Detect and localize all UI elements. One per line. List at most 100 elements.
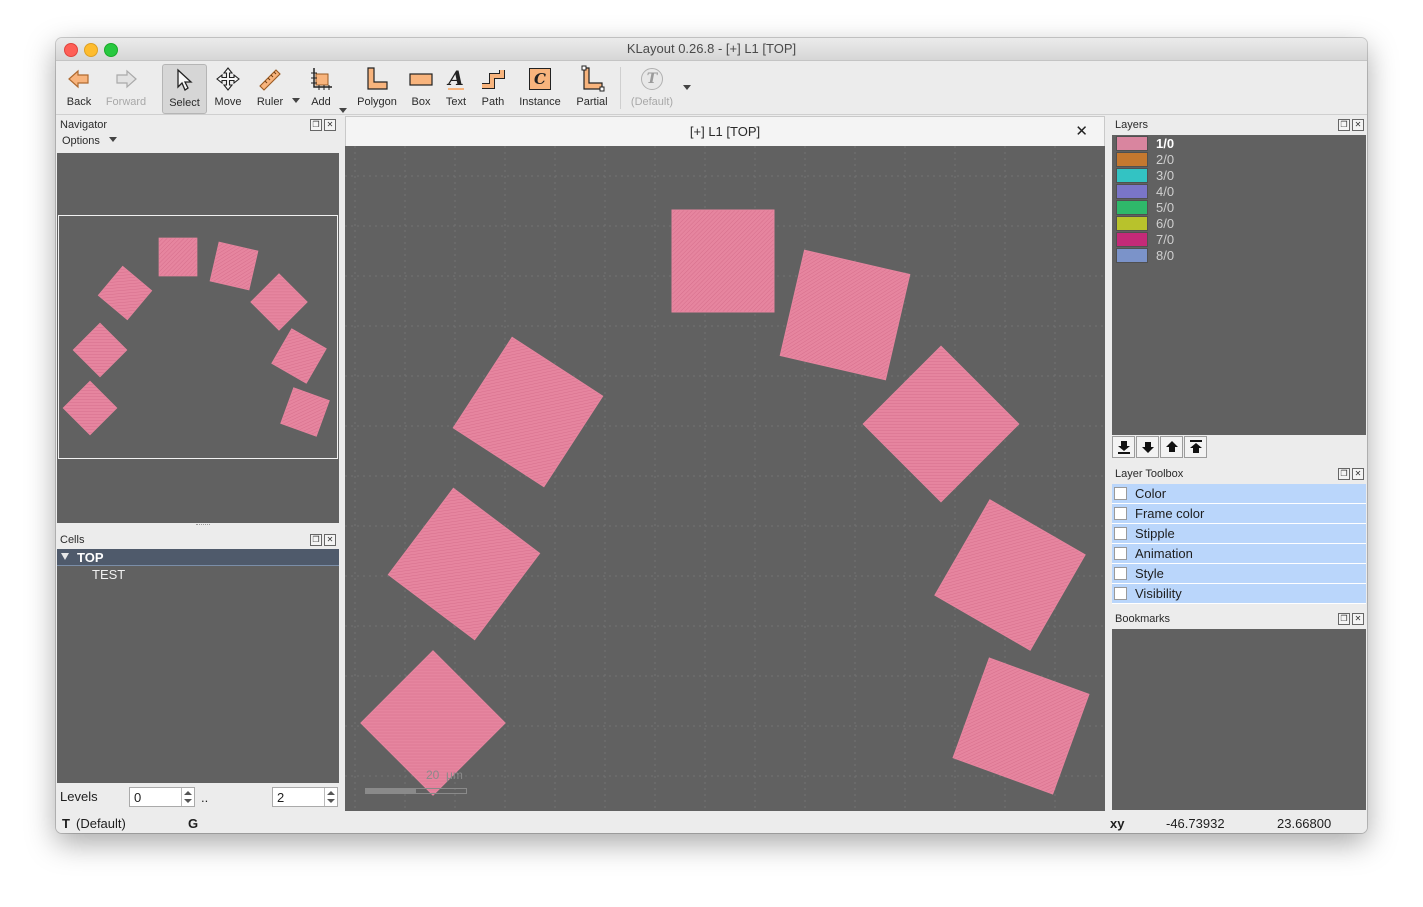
layer-color-swatch (1116, 151, 1148, 167)
levels-range-separator: .. (201, 790, 209, 805)
float-dock-icon[interactable]: ❐ (1338, 613, 1350, 625)
layer-item-4-0[interactable]: 4/0 (1116, 183, 1174, 199)
levels-to-value: 2 (277, 790, 285, 805)
navigator-options-menu[interactable]: Options (62, 135, 117, 151)
zoom-window-button[interactable] (104, 43, 118, 57)
cells-title: Cells (60, 534, 85, 546)
layer-item-3-0[interactable]: 3/0 (1116, 167, 1174, 183)
layer-list[interactable]: 1/0 2/0 3/0 4/0 5/0 6/0 7/0 8/0 (1112, 135, 1366, 435)
close-tab-icon[interactable]: ✕ (1075, 122, 1088, 140)
text-icon: A (448, 66, 464, 90)
window-title: KLayout 0.26.8 - [+] L1 [TOP] (626, 41, 797, 56)
layer-item-6-0[interactable]: 6/0 (1116, 215, 1174, 231)
back-button[interactable]: Back (62, 64, 96, 112)
layout-canvas[interactable]: 20 μm (345, 146, 1105, 811)
triangle-down-icon[interactable] (61, 553, 69, 560)
layer-item-label: 4/0 (1156, 183, 1175, 199)
layout-polygon[interactable] (671, 209, 775, 313)
navigator-view[interactable] (57, 153, 339, 523)
ruler-button[interactable]: Ruler (253, 64, 287, 112)
spin-up-icon[interactable] (327, 791, 335, 795)
layout-polygon[interactable] (452, 336, 604, 488)
text-style-dropdown-icon[interactable] (683, 85, 691, 90)
move-layer-up-button[interactable] (1160, 436, 1183, 458)
close-dock-icon[interactable]: ✕ (324, 119, 336, 131)
layer-item-8-0[interactable]: 8/0 (1116, 247, 1174, 263)
toolbox-item-label: Animation (1135, 546, 1193, 561)
float-dock-icon[interactable]: ❐ (310, 534, 322, 546)
partial-button[interactable]: Partial (572, 64, 612, 112)
layout-polygon[interactable] (934, 499, 1086, 651)
expand-checkbox[interactable] (1114, 547, 1127, 560)
toolbox-visibility[interactable]: Visibility (1112, 584, 1366, 604)
layer-color-swatch (1116, 247, 1148, 263)
default-text-style-button[interactable]: T (Default) (628, 64, 676, 112)
toolbox-animation[interactable]: Animation (1112, 544, 1366, 564)
layout-polygon[interactable] (952, 657, 1090, 795)
layer-item-1-0[interactable]: 1/0 (1116, 135, 1174, 151)
minimize-window-button[interactable] (84, 43, 98, 57)
layout-polygon[interactable] (387, 487, 541, 641)
toolbox-item-label: Visibility (1135, 586, 1182, 601)
layer-toolbox-title: Layer Toolbox (1115, 468, 1184, 480)
tree-row-test[interactable]: TEST (57, 566, 339, 582)
add-button[interactable]: Add (304, 64, 338, 112)
polygon-button[interactable]: Polygon (354, 64, 400, 112)
splitter-handle[interactable] (196, 524, 210, 527)
close-window-button[interactable] (64, 43, 78, 57)
layout-tab-title[interactable]: [+] L1 [TOP] (346, 124, 1104, 139)
levels-to-spinbox[interactable]: 2 (272, 787, 338, 807)
toolbox-color[interactable]: Color (1112, 484, 1366, 504)
close-dock-icon[interactable]: ✕ (1352, 119, 1364, 131)
close-dock-icon[interactable]: ✕ (324, 534, 336, 546)
spin-up-icon[interactable] (184, 791, 192, 795)
move-layer-down-button[interactable] (1136, 436, 1159, 458)
add-dropdown-icon[interactable] (339, 108, 347, 113)
move-layer-to-bottom-button[interactable] (1112, 436, 1135, 458)
expand-checkbox[interactable] (1114, 527, 1127, 540)
spin-down-icon[interactable] (327, 799, 335, 803)
path-icon (482, 70, 505, 89)
select-button[interactable]: Select (162, 64, 207, 114)
status-bar: T (Default) G xy -46.73932 23.66800 (56, 815, 1367, 833)
toolbox-frame-color[interactable]: Frame color (1112, 504, 1366, 524)
toolbox-item-label: Frame color (1135, 506, 1205, 521)
layout-polygon[interactable] (779, 249, 911, 381)
move-arrows-icon (216, 67, 240, 91)
levels-from-spinbox[interactable]: 0 (129, 787, 195, 807)
expand-checkbox[interactable] (1114, 507, 1127, 520)
float-dock-icon[interactable]: ❐ (310, 119, 322, 131)
cell-tree[interactable]: TOP TEST (57, 549, 339, 783)
close-dock-icon[interactable]: ✕ (1352, 468, 1364, 480)
instance-button[interactable]: C Instance (515, 64, 565, 112)
cell-name: TOP (77, 550, 104, 565)
spin-down-icon[interactable] (184, 799, 192, 803)
toolbox-stipple[interactable]: Stipple (1112, 524, 1366, 544)
expand-checkbox[interactable] (1114, 487, 1127, 500)
move-button[interactable]: Move (211, 64, 245, 112)
ruler-dropdown-icon[interactable] (292, 98, 300, 103)
layout-drawing[interactable] (345, 146, 1105, 811)
float-dock-icon[interactable]: ❐ (1338, 468, 1350, 480)
box-button[interactable]: Box (406, 64, 436, 112)
text-button[interactable]: A Text (441, 64, 471, 112)
forward-button[interactable]: Forward (104, 64, 148, 112)
expand-checkbox[interactable] (1114, 587, 1127, 600)
layer-color-swatch (1116, 167, 1148, 183)
tree-row-top[interactable]: TOP (57, 549, 339, 566)
layer-color-swatch (1116, 135, 1148, 151)
move-layer-to-top-button[interactable] (1184, 436, 1207, 458)
arrow-to-top-icon (1189, 440, 1202, 453)
close-dock-icon[interactable]: ✕ (1352, 613, 1364, 625)
layer-color-swatch (1116, 215, 1148, 231)
path-button[interactable]: Path (476, 64, 510, 112)
add-label: Add (311, 96, 331, 108)
layer-item-2-0[interactable]: 2/0 (1116, 151, 1174, 167)
add-ruler-icon (311, 68, 332, 90)
expand-checkbox[interactable] (1114, 567, 1127, 580)
toolbox-style[interactable]: Style (1112, 564, 1366, 584)
float-dock-icon[interactable]: ❐ (1338, 119, 1350, 131)
layer-item-7-0[interactable]: 7/0 (1116, 231, 1174, 247)
bookmark-list[interactable] (1112, 629, 1366, 810)
layer-item-5-0[interactable]: 5/0 (1116, 199, 1174, 215)
